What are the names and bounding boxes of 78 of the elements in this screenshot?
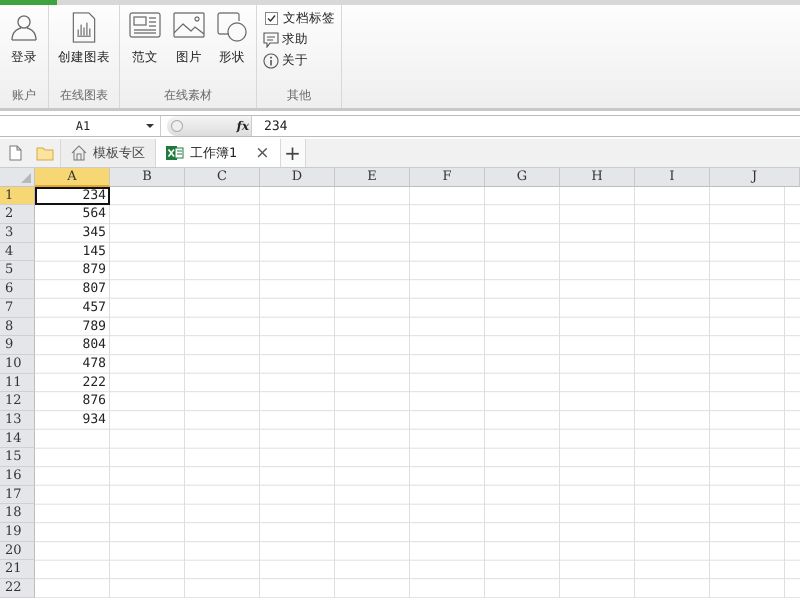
- table-cell-text: 804: [82, 336, 107, 354]
- table-cell-text: 478: [82, 354, 107, 373]
- new-document-icon[interactable]: [8, 145, 22, 161]
- column-header[interactable]: H: [560, 168, 635, 187]
- column-header[interactable]: A: [35, 168, 110, 187]
- table-cell-text: 934: [82, 410, 107, 429]
- function-button[interactable]: fx: [236, 119, 249, 133]
- info-icon: [263, 52, 279, 68]
- row-header[interactable]: 19: [0, 523, 35, 542]
- home-icon: [71, 145, 87, 161]
- document-tab[interactable]: 工作簿1 ×: [155, 139, 280, 167]
- table-cell-text: 564: [82, 205, 107, 224]
- table-cell-text: 457: [82, 298, 107, 317]
- ribbon-link-button[interactable]: 关于: [263, 52, 335, 69]
- ribbon-group-label: 其他: [286, 87, 312, 104]
- formula-input[interactable]: 234: [252, 116, 288, 136]
- column-header[interactable]: D: [260, 168, 335, 187]
- ribbon-button[interactable]: 图片: [170, 10, 208, 68]
- table-cell: 234: [35, 186, 110, 206]
- ribbon-group-label: 在线素材: [163, 87, 213, 104]
- ribbon-group-label: 在线图表: [59, 87, 109, 104]
- row-header[interactable]: 7: [0, 298, 35, 318]
- row-header[interactable]: 3: [0, 224, 35, 243]
- row-header[interactable]: 20: [0, 542, 35, 560]
- row-header[interactable]: 2: [0, 205, 35, 224]
- table-cell-text: 879: [82, 261, 107, 280]
- name-box[interactable]: A1: [0, 116, 161, 136]
- row-header[interactable]: 16: [0, 467, 35, 486]
- row-header[interactable]: 17: [0, 486, 35, 504]
- row-header[interactable]: 5: [0, 261, 35, 280]
- table-cell-text: 145: [82, 242, 107, 261]
- column-header[interactable]: J: [710, 168, 800, 187]
- row-header[interactable]: 15: [0, 448, 35, 467]
- new-tab-button[interactable]: +: [280, 139, 306, 167]
- row-header[interactable]: 11: [0, 374, 35, 392]
- column-header[interactable]: G: [485, 168, 560, 187]
- row-header[interactable]: 1: [0, 186, 35, 206]
- folder-icon[interactable]: [36, 146, 54, 160]
- row-header[interactable]: 21: [0, 560, 35, 580]
- close-tab-button[interactable]: ×: [255, 143, 270, 163]
- ribbon-group-label: 账户: [11, 87, 37, 104]
- table-cell-text: 222: [82, 374, 107, 392]
- row-header[interactable]: 4: [0, 242, 35, 262]
- image-icon: [173, 12, 205, 38]
- chart-document-icon: [71, 12, 97, 43]
- spreadsheet-icon: [166, 145, 184, 161]
- row-header[interactable]: 10: [0, 354, 35, 374]
- select-all-icon[interactable]: [21, 172, 31, 183]
- row-header[interactable]: 8: [0, 318, 35, 336]
- shapes-icon: [217, 12, 247, 42]
- row-header[interactable]: 14: [0, 430, 35, 448]
- ribbon-button[interactable]: 登录: [6, 10, 42, 68]
- column-header[interactable]: F: [410, 168, 485, 187]
- caret-icon: [146, 124, 154, 128]
- row-header[interactable]: 6: [0, 280, 35, 299]
- ribbon-link-button[interactable]: 求助: [263, 31, 335, 48]
- row-header[interactable]: 9: [0, 336, 35, 355]
- row-header[interactable]: 12: [0, 392, 35, 411]
- app-tab-strip: [0, 0, 57, 5]
- ribbon-button[interactable]: 形状: [214, 10, 250, 68]
- speech-bubble-icon: [263, 32, 279, 48]
- checkbox-option[interactable]: 文档标签: [263, 10, 335, 27]
- article-icon: [129, 12, 161, 38]
- table-cell-text: 876: [82, 392, 107, 410]
- column-header[interactable]: I: [635, 168, 710, 187]
- table-cell-text: 789: [82, 318, 107, 336]
- table-cell-text: 345: [82, 224, 107, 242]
- ribbon-button[interactable]: 范文: [126, 10, 164, 68]
- circle-icon[interactable]: [171, 120, 183, 132]
- column-header[interactable]: B: [110, 168, 185, 187]
- checkbox[interactable]: [265, 12, 278, 25]
- row-header[interactable]: 18: [0, 504, 35, 524]
- row-header[interactable]: 13: [0, 410, 35, 430]
- row-header[interactable]: 22: [0, 579, 35, 598]
- column-header[interactable]: E: [335, 168, 410, 187]
- table-cell-text: 807: [82, 280, 107, 298]
- column-header[interactable]: C: [185, 168, 260, 187]
- ribbon-button[interactable]: 创建图表: [55, 10, 113, 68]
